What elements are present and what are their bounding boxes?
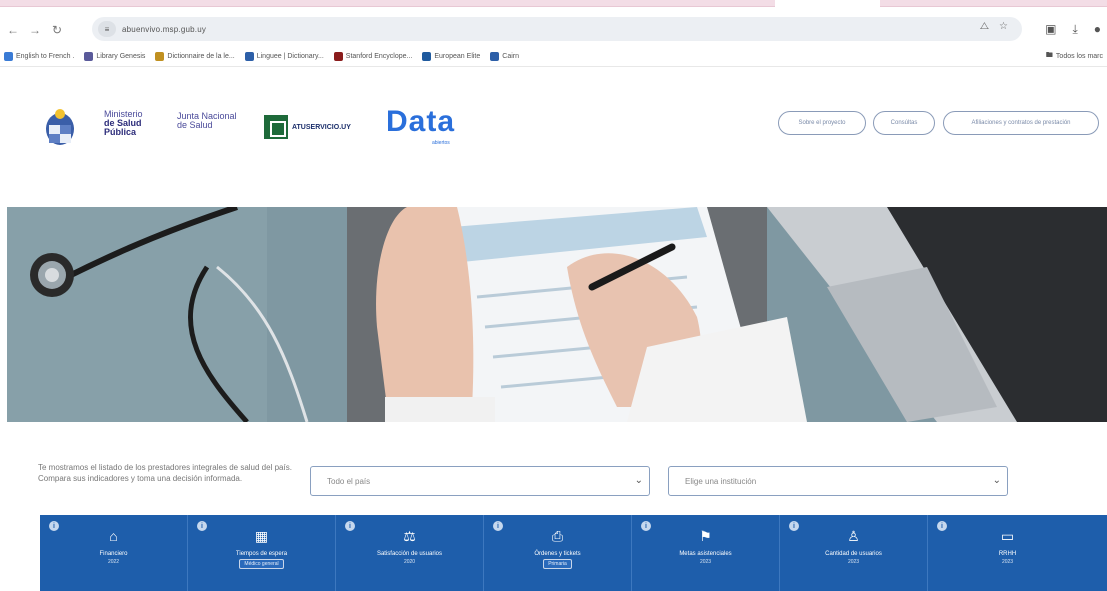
info-icon[interactable]: i xyxy=(789,521,799,531)
bookmark-icon xyxy=(333,52,343,61)
institution-select[interactable]: Elige una institución ⌄ xyxy=(668,466,1008,496)
bookmark-icon xyxy=(84,52,94,61)
uruguay-shield-logo xyxy=(46,109,74,145)
bookmark-item[interactable]: European Elite xyxy=(422,52,480,61)
scale-icon: ⚖ xyxy=(403,527,416,544)
filters-section: Te mostramos el listado de los prestador… xyxy=(0,462,1107,512)
folder-icon: ▭ xyxy=(1000,527,1015,544)
bookmark-item[interactable]: Linguee | Dictionary... xyxy=(244,52,324,61)
hero-image xyxy=(7,207,1107,422)
ticket-icon: ⎙ xyxy=(551,527,564,544)
atuservicio-icon xyxy=(264,115,288,139)
bookmark-icon xyxy=(4,52,13,61)
translate-icon[interactable]: ⧍ xyxy=(980,21,989,32)
bookmark-icon xyxy=(490,52,500,61)
profile-icon[interactable]: ● xyxy=(1094,22,1101,37)
bookmark-item[interactable]: Library Genesis xyxy=(84,52,145,61)
msp-logo-text: Ministerio de Salud Pública xyxy=(104,109,143,137)
about-project-button[interactable]: Sobre el proyecto xyxy=(778,111,866,135)
type-select[interactable]: Primaria xyxy=(543,559,572,569)
bookmarks-bar: English to French . Library Genesis Dict… xyxy=(0,47,1107,67)
address-bar[interactable]: ≡ abuenvivo.msp.gub.uy ⧍ ☆ xyxy=(92,17,1022,41)
download-icon[interactable]: ⤓ xyxy=(1072,22,1077,37)
bookmark-item[interactable]: Stanford Encyclope... xyxy=(333,52,412,61)
star-icon[interactable]: ☆ xyxy=(999,21,1008,32)
info-icon[interactable]: i xyxy=(493,521,503,531)
bookmark-icon xyxy=(244,52,254,61)
data-logo: Data xyxy=(386,105,456,138)
all-bookmarks-folder[interactable]: 🖿 Todos los marc xyxy=(1046,51,1103,62)
tile-metas-asistenciales[interactable]: i ⚑ Metas asistenciales 2023 xyxy=(632,515,780,591)
indicator-tiles: i ⌂ Financiero 2022 i ▦ Tiempos de esper… xyxy=(40,515,1107,591)
tile-financiero[interactable]: i ⌂ Financiero 2022 xyxy=(40,515,188,591)
flag-icon: ⚑ xyxy=(699,527,712,544)
info-icon[interactable]: i xyxy=(345,521,355,531)
tile-cantidad-de-usuarios[interactable]: i ♙ Cantidad de usuarios 2023 xyxy=(780,515,928,591)
queries-button[interactable]: Consúltas xyxy=(873,111,935,135)
active-tab-bar[interactable] xyxy=(0,0,775,7)
chevron-down-icon: ⌄ xyxy=(634,475,643,486)
jns-logo-text: Junta Nacional de Salud xyxy=(177,111,237,130)
site-info-icon[interactable]: ≡ xyxy=(98,21,116,37)
tab-bar-segment[interactable] xyxy=(880,0,1107,7)
affiliations-button[interactable]: Afiliaciones y contratos de prestación xyxy=(943,111,1099,135)
reload-icon[interactable]: ↻ xyxy=(48,21,66,39)
extensions-icon[interactable]: ▣ xyxy=(1045,22,1056,37)
user-icon: ♙ xyxy=(847,527,860,544)
intro-text: Te mostramos el listado de los prestador… xyxy=(38,463,292,483)
calendar-icon: ▦ xyxy=(254,527,269,544)
forward-icon[interactable]: → xyxy=(26,21,44,39)
bookmark-icon xyxy=(422,52,432,61)
hero-illustration xyxy=(7,207,1107,422)
region-select[interactable]: Todo el país ⌄ xyxy=(310,466,650,496)
browser-toolbar: ← → ↻ ≡ abuenvivo.msp.gub.uy ⧍ ☆ ▣ ⤓ ● xyxy=(0,14,1107,46)
bookmark-item[interactable]: English to French . xyxy=(4,52,74,61)
info-icon[interactable]: i xyxy=(641,521,651,531)
specialty-select[interactable]: Médico general xyxy=(239,559,284,569)
folder-icon: 🖿 xyxy=(1045,52,1053,59)
tab-strip xyxy=(0,0,1107,10)
data-logo-sub: abiertos xyxy=(432,140,450,146)
tile-tiempos-de-espera[interactable]: i ▦ Tiempos de espera Médico general xyxy=(188,515,336,591)
home-icon: ⌂ xyxy=(109,528,118,544)
site-header: Ministerio de Salud Pública Junta Nacion… xyxy=(0,95,1107,165)
chevron-down-icon: ⌄ xyxy=(992,475,1001,486)
tile-rrhh[interactable]: i ▭ RRHH 2023 xyxy=(928,515,1087,591)
info-icon[interactable]: i xyxy=(49,521,59,531)
info-icon[interactable]: i xyxy=(937,521,947,531)
info-icon[interactable]: i xyxy=(197,521,207,531)
bookmark-icon xyxy=(155,52,165,61)
back-icon[interactable]: ← xyxy=(4,21,22,39)
url-text[interactable]: abuenvivo.msp.gub.uy xyxy=(122,25,206,34)
bookmark-item[interactable]: Dictionnaire de la le... xyxy=(155,52,235,61)
tile-ordenes-y-tickets[interactable]: i ⎙ Órdenes y tickets Primaria xyxy=(484,515,632,591)
atuservicio-logo: ATUSERVICIO.UY xyxy=(264,115,351,139)
tile-satisfaccion[interactable]: i ⚖ Satisfacción de usuarios 2020 xyxy=(336,515,484,591)
bookmark-item[interactable]: Cairn xyxy=(490,52,519,61)
